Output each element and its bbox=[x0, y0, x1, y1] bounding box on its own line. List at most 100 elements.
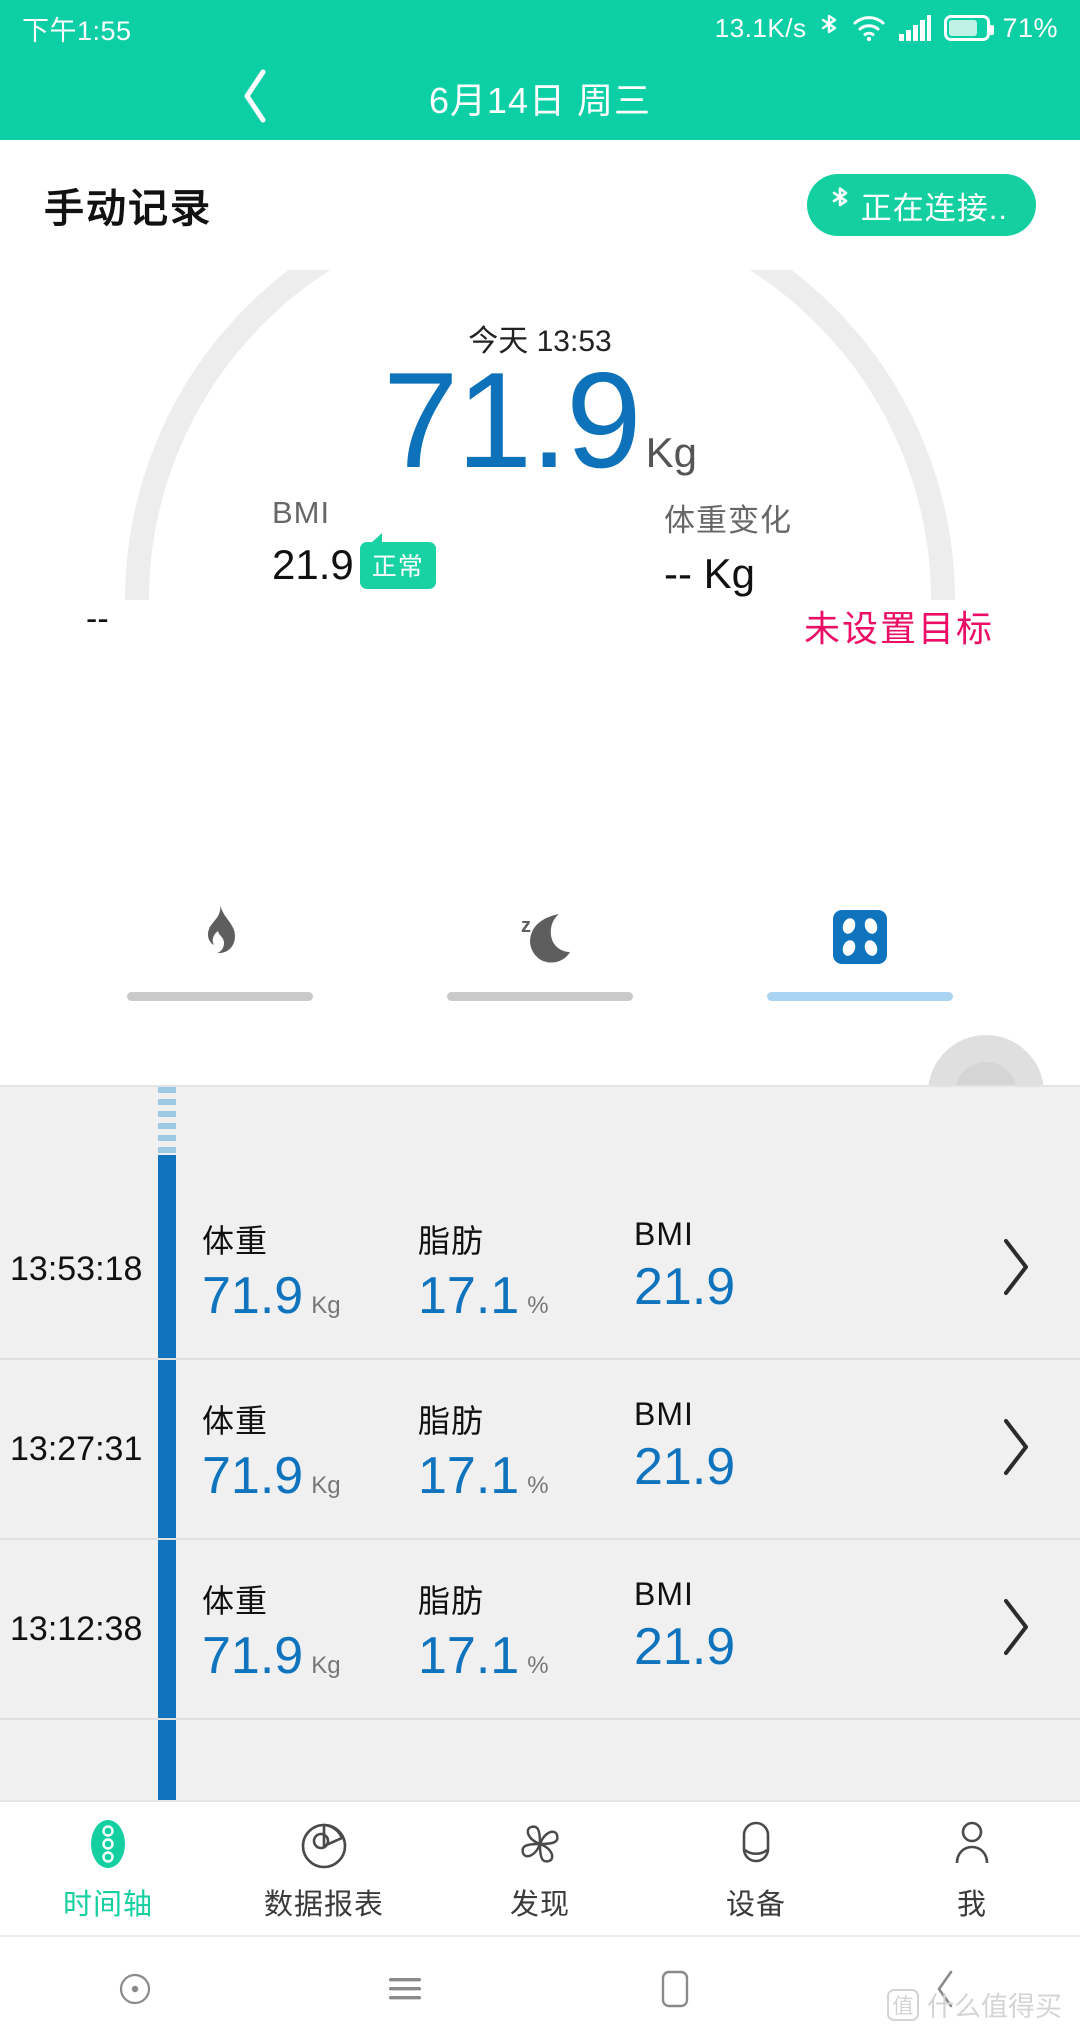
cell-weight: 体重 71.9 Kg bbox=[202, 1216, 418, 1322]
cell-value-row: 71.9 Kg bbox=[202, 1270, 418, 1322]
status-badge: 正常 bbox=[359, 532, 436, 589]
cell-label: 体重 bbox=[202, 1403, 269, 1439]
metric-bmi-value-row: 21.9 正常 bbox=[272, 532, 436, 589]
timeline-dashed-segment bbox=[158, 1087, 176, 1155]
status-bar: 下午1:55 13.1K/s 71% bbox=[0, 0, 1080, 56]
recent-circle-icon[interactable] bbox=[0, 1969, 270, 2009]
cell-value: 17.1 bbox=[418, 1627, 520, 1685]
status-time: 下午1:55 bbox=[22, 15, 132, 46]
row-cells: 体重 71.9 Kg 脂肪 17.1 % BMI 21.9 bbox=[158, 1216, 998, 1322]
table-row[interactable]: 13:53:18 体重 71.9 Kg 脂肪 17.1 % BMI 21.9 bbox=[0, 1180, 1080, 1360]
cell-label: 脂肪 bbox=[418, 1223, 485, 1259]
cell-unit: % bbox=[527, 1472, 549, 1499]
network-speed: 13.1K/s bbox=[714, 12, 807, 43]
app-bar: 6月14日 周三 bbox=[0, 56, 1080, 140]
cell-value: 21.9 bbox=[634, 1618, 736, 1676]
moon-sleep-icon: z bbox=[507, 900, 573, 974]
cell-value: 71.9 bbox=[202, 1627, 304, 1685]
watermark-badge: 值 bbox=[887, 1988, 919, 2021]
connect-button-label: 正在连接.. bbox=[860, 190, 1008, 226]
nav-item-reports[interactable]: 数据报表 bbox=[216, 1802, 432, 1935]
cell-label: 体重 bbox=[202, 1583, 269, 1619]
cell-value: 17.1 bbox=[418, 1447, 520, 1505]
pinwheel-icon bbox=[513, 1815, 567, 1871]
nav-label: 数据报表 bbox=[263, 1888, 384, 1921]
cell-unit: Kg bbox=[311, 1652, 341, 1679]
home-square-icon[interactable] bbox=[540, 1967, 810, 2011]
metric-bmi-value: 21.9 bbox=[272, 541, 354, 588]
cell-weight: 体重 71.9 Kg bbox=[202, 1396, 418, 1502]
cell-label: 脂肪 bbox=[418, 1583, 485, 1619]
manual-record-title: 手动记录 bbox=[44, 187, 212, 231]
chevron-right-icon[interactable] bbox=[998, 1417, 1080, 1482]
flame-icon bbox=[193, 900, 247, 974]
metric-weight-change: 体重变化 -- Kg bbox=[664, 495, 792, 598]
section-header: 手动记录 正在连接.. bbox=[0, 140, 1080, 270]
cell-value-row: 21.9 bbox=[634, 1621, 850, 1673]
cell-unit: Kg bbox=[311, 1292, 341, 1319]
chevron-right-icon[interactable] bbox=[998, 1597, 1080, 1662]
metric-change-label: 体重变化 bbox=[664, 503, 792, 538]
cell-value: 21.9 bbox=[634, 1438, 736, 1496]
status-icons: 13.1K/s 71% bbox=[715, 12, 1058, 44]
cell-value-row: 17.1 % bbox=[418, 1450, 634, 1502]
bluetooth-icon bbox=[829, 184, 851, 226]
tab-weight[interactable] bbox=[700, 900, 1020, 1040]
cell-value-row: 71.9 Kg bbox=[202, 1630, 418, 1682]
weight-gauge: 今天 13:53 71.9 Kg BMI 21.9 正常 体重变化 -- Kg … bbox=[0, 270, 1080, 690]
cell-label: BMI bbox=[634, 1396, 694, 1432]
cell-value: 71.9 bbox=[202, 1267, 304, 1325]
nav-item-timeline[interactable]: 时间轴 bbox=[0, 1802, 216, 1935]
cell-value: 21.9 bbox=[634, 1258, 736, 1316]
nav-label: 时间轴 bbox=[62, 1888, 153, 1921]
table-row[interactable]: 13:12:38 体重 71.9 Kg 脂肪 17.1 % BMI 21.9 bbox=[0, 1540, 1080, 1720]
cell-label: BMI bbox=[634, 1216, 694, 1252]
row-cells: 体重 71.9 Kg 脂肪 17.1 % BMI 21.9 bbox=[158, 1396, 998, 1502]
gauge-weight-value: 71.9 bbox=[382, 344, 642, 496]
metric-bmi: BMI 21.9 正常 bbox=[272, 495, 436, 589]
gauge-footer-left: -- bbox=[86, 600, 109, 638]
cell-fat: 脂肪 17.1 % bbox=[418, 1576, 634, 1682]
cell-fat: 脂肪 17.1 % bbox=[418, 1396, 634, 1502]
metric-change-value: -- Kg bbox=[664, 550, 756, 597]
page-title: 6月14日 周三 bbox=[428, 80, 652, 121]
measurement-timeline[interactable]: 13:53:18 体重 71.9 Kg 脂肪 17.1 % BMI 21.9 1… bbox=[0, 1085, 1080, 1800]
cell-unit: Kg bbox=[311, 1472, 341, 1499]
connect-button[interactable]: 正在连接.. bbox=[806, 174, 1036, 236]
menu-icon[interactable] bbox=[270, 1971, 540, 2007]
set-goal-link[interactable]: 未设置目标 bbox=[804, 600, 994, 652]
tab-underline bbox=[447, 992, 633, 1001]
row-cells: 体重 71.9 Kg 脂肪 17.1 % BMI 21.9 bbox=[158, 1576, 998, 1682]
nav-item-device[interactable]: 设备 bbox=[648, 1802, 864, 1935]
metric-bmi-label: BMI bbox=[272, 495, 331, 530]
cell-label: 体重 bbox=[202, 1223, 269, 1259]
tab-sleep[interactable]: z bbox=[380, 900, 700, 1040]
wifi-icon bbox=[852, 14, 886, 42]
app-screen: 下午1:55 13.1K/s 71% 6月14日 周三 手动记录 正在连接.. … bbox=[0, 0, 1080, 2040]
nav-item-discover[interactable]: 发现 bbox=[432, 1802, 648, 1935]
cell-value-row: 17.1 % bbox=[418, 1630, 634, 1682]
cell-bmi: BMI 21.9 bbox=[634, 1576, 850, 1682]
nav-item-me[interactable]: 我 bbox=[864, 1802, 1080, 1935]
cell-value-row: 21.9 bbox=[634, 1441, 850, 1493]
cell-bmi: BMI 21.9 bbox=[634, 1216, 850, 1322]
cell-unit: % bbox=[527, 1292, 549, 1319]
cell-unit: % bbox=[527, 1652, 549, 1679]
cell-value: 17.1 bbox=[418, 1267, 520, 1325]
cell-fat: 脂肪 17.1 % bbox=[418, 1216, 634, 1322]
system-navigation-bar: 值 什么值得买 bbox=[0, 1935, 1080, 2040]
chevron-right-icon[interactable] bbox=[998, 1237, 1080, 1302]
signal-icon bbox=[898, 14, 932, 42]
watermark: 值 什么值得买 bbox=[887, 1985, 1062, 2024]
watermark-text: 什么值得买 bbox=[927, 1992, 1062, 2022]
tab-calories[interactable] bbox=[60, 900, 380, 1040]
band-device-icon bbox=[729, 1815, 783, 1871]
cell-value-row: 21.9 bbox=[634, 1261, 850, 1313]
nav-label: 设备 bbox=[725, 1888, 786, 1921]
nav-label: 发现 bbox=[509, 1888, 570, 1921]
gauge-weight-unit: Kg bbox=[645, 429, 698, 476]
row-time: 13:53:18 bbox=[10, 1249, 143, 1288]
svg-text:z: z bbox=[521, 915, 531, 937]
table-row[interactable]: 13:27:31 体重 71.9 Kg 脂肪 17.1 % BMI 21.9 bbox=[0, 1360, 1080, 1540]
cell-bmi: BMI 21.9 bbox=[634, 1396, 850, 1502]
